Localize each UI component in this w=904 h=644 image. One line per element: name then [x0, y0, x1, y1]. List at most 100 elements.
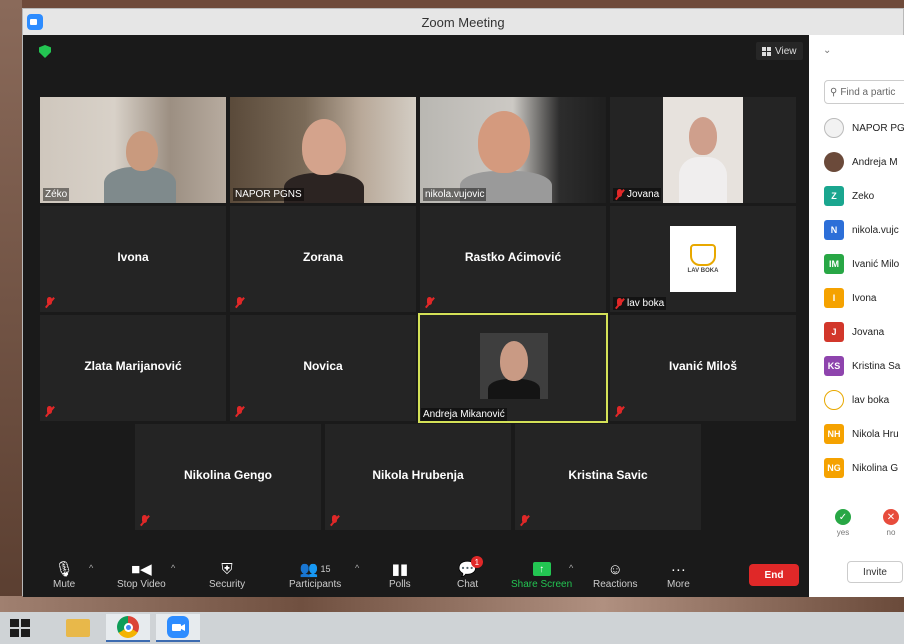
participant-name: Nikolina Gengo — [183, 468, 272, 482]
participants-panel: ⌄ ⚲ Find a partic NAPOR PG Andreja M Z Ze… — [809, 35, 904, 597]
participant-body — [488, 379, 540, 399]
list-item[interactable]: I Ivona — [824, 281, 904, 315]
participants-options-caret-icon[interactable]: ^ — [355, 563, 359, 573]
muted-mic-icon — [45, 406, 54, 417]
logo-tile-lav-boka[interactable]: LAV BOKA lav boka — [610, 206, 796, 312]
zoom-app-icon — [27, 14, 43, 30]
share-options-caret-icon[interactable]: ^ — [569, 563, 573, 573]
mute-button[interactable]: 🎙 Mute — [53, 559, 75, 590]
muted-mic-icon — [235, 406, 244, 417]
chrome-icon — [117, 616, 139, 638]
chat-unread-badge: 1 — [470, 556, 483, 568]
list-item[interactable]: Nnikola.vujc — [824, 213, 904, 247]
avatar: J — [824, 322, 844, 342]
more-label: More — [667, 579, 690, 590]
list-item[interactable]: KS Kristina Sa — [824, 349, 904, 383]
name-tile-rastko-acimovic[interactable]: Rastko Aćimović — [420, 206, 606, 312]
muted-mic-icon — [140, 515, 149, 526]
list-item[interactable]: Andreja M — [824, 145, 904, 179]
avatar: NH — [824, 424, 844, 444]
participant-name: Ivanić Miloš — [668, 359, 738, 373]
name-tile-zlata-marijanovic[interactable]: Zlata Marijanović — [40, 315, 226, 421]
video-tile-jovana[interactable]: Jovana — [610, 97, 796, 203]
window-title: Zoom Meeting — [421, 14, 505, 30]
participant-body — [679, 157, 727, 203]
video-tile-andreja-mikanovic[interactable]: Andreja Mikanović — [418, 313, 608, 423]
zoom-taskbar-button[interactable] — [156, 614, 200, 642]
muted-mic-icon — [615, 298, 624, 309]
list-item[interactable]: J Jovana — [824, 315, 904, 349]
file-explorer-taskbar-button[interactable] — [56, 614, 100, 642]
reaction-no-label: no — [886, 528, 896, 537]
name-tile-ivona[interactable]: Ivona — [40, 206, 226, 312]
find-participant-input[interactable]: ⚲ Find a partic — [824, 80, 904, 104]
share-screen-button[interactable]: ↑ Share Screen — [511, 559, 572, 590]
avatar: N — [824, 220, 844, 240]
list-item[interactable]: NG Nikolina G — [824, 451, 904, 485]
collapse-chevron-down-icon[interactable]: ⌄ — [823, 45, 831, 56]
security-button[interactable]: ⛨ Security — [209, 559, 246, 591]
stop-video-label: Stop Video — [117, 579, 166, 590]
participant-video — [480, 333, 548, 399]
view-button[interactable]: View — [756, 42, 803, 60]
video-tile-zeko[interactable]: Zéko — [40, 97, 226, 203]
reactions-label: Reactions — [593, 579, 638, 590]
participants-button[interactable]: 👥 15 Participants — [289, 559, 341, 590]
list-item[interactable]: lav boka — [824, 383, 904, 417]
muted-mic-icon — [615, 406, 624, 417]
avatar: Z — [824, 186, 844, 206]
reactions-smiley-icon: ☺ — [607, 560, 623, 578]
view-button-label: View — [775, 45, 797, 57]
polls-button[interactable]: ▮▮ Polls — [389, 559, 411, 590]
name-tile-novica[interactable]: Novica — [230, 315, 416, 421]
meeting-toolbar: 🎙 Mute ^ ■◀ Stop Video ^ ⛨ Security 👥 15 … — [23, 555, 809, 597]
reaction-yes-label: yes — [836, 528, 850, 537]
share-screen-icon: ↑ — [532, 562, 551, 576]
security-label: Security — [209, 579, 246, 590]
invite-button[interactable]: Invite — [847, 561, 903, 583]
avatar: NG — [824, 458, 844, 478]
grid-view-icon — [762, 46, 771, 56]
participant-face — [126, 131, 158, 171]
windows-start-icon[interactable] — [10, 619, 32, 637]
video-tile-napor-pgns[interactable]: NAPOR PGNS — [230, 97, 416, 203]
reaction-yes-button[interactable]: ✓ yes — [835, 509, 851, 537]
folder-icon — [66, 619, 90, 637]
participant-name: Rastko Aćimović — [464, 250, 562, 264]
name-tile-nikolina-gengo[interactable]: Nikolina Gengo — [135, 424, 321, 530]
list-item[interactable]: Z Zeko — [824, 179, 904, 213]
name-tile-kristina-savic[interactable]: Kristina Savic — [515, 424, 701, 530]
name-tile-zorana[interactable]: Zorana — [230, 206, 416, 312]
name-tile-nikola-hrubenja[interactable]: Nikola Hrubenja — [325, 424, 511, 530]
list-item[interactable]: NH Nikola Hru — [824, 417, 904, 451]
cross-icon: ✕ — [883, 509, 899, 525]
participant-list: NAPOR PG Andreja M Z Zeko Nnikola.vujc IM… — [824, 111, 904, 485]
title-bar[interactable]: Zoom Meeting — [23, 9, 903, 35]
chat-button[interactable]: 💬 1 Chat — [457, 556, 483, 590]
reaction-no-button[interactable]: ✕ no — [883, 509, 899, 537]
muted-mic-icon — [330, 515, 339, 526]
video-tile-nikola-vujovic[interactable]: nikola.vujovic — [420, 97, 606, 203]
tile-name-label: Jovana — [613, 188, 662, 201]
windows-taskbar — [0, 612, 904, 644]
chrome-taskbar-button[interactable] — [106, 614, 150, 642]
avatar: I — [824, 288, 844, 308]
more-button[interactable]: ··· More — [667, 559, 690, 591]
reactions-button[interactable]: ☺ Reactions — [593, 559, 638, 591]
audio-options-caret-icon[interactable]: ^ — [89, 563, 93, 573]
security-shield-icon[interactable] — [39, 45, 51, 58]
list-item[interactable]: IM Ivanić Milo — [824, 247, 904, 281]
video-options-caret-icon[interactable]: ^ — [171, 563, 175, 573]
name-tile-ivanic-milos[interactable]: Ivanić Miloš — [610, 315, 796, 421]
avatar — [824, 118, 844, 138]
tile-name-label: Zéko — [43, 188, 70, 201]
zoom-meeting-window: Zoom Meeting View Zéko NAPOR PGNS nikola… — [22, 8, 904, 597]
participant-video — [663, 97, 743, 203]
stop-video-button[interactable]: ■◀ Stop Video — [117, 559, 166, 590]
search-icon: ⚲ — [830, 86, 838, 98]
tile-name-label: NAPOR PGNS — [233, 188, 304, 201]
end-meeting-button[interactable]: End — [749, 564, 799, 586]
video-stage: View Zéko NAPOR PGNS nikola.vujovic Jova… — [23, 35, 809, 597]
microphone-icon: 🎙 — [54, 561, 74, 578]
list-item[interactable]: NAPOR PG — [824, 111, 904, 145]
